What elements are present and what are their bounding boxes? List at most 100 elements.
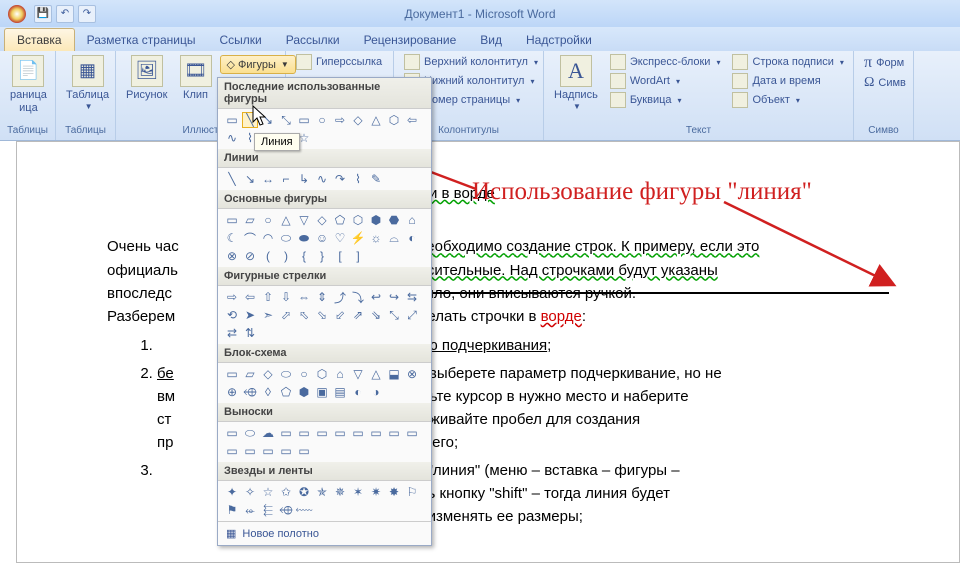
shape-a2[interactable]: ⇦ [242, 289, 258, 305]
shape-b4[interactable]: △ [278, 212, 294, 228]
shape-a24[interactable]: ⇅ [242, 325, 258, 341]
shape-s14[interactable]: ⬱ [260, 502, 276, 518]
shape-hexagon[interactable]: ⬡ [386, 112, 402, 128]
signature-button[interactable]: Строка подписи▾ [728, 53, 847, 71]
shape-curvearrow[interactable]: ↷ [332, 171, 348, 187]
shape-a18[interactable]: ⬃ [332, 307, 348, 323]
shape-a8[interactable]: ⤵ [350, 289, 366, 305]
shape-b13[interactable]: ⌒ [242, 230, 258, 246]
shape-s1[interactable]: ✦ [224, 484, 240, 500]
shape-a7[interactable]: ⤴ [332, 289, 348, 305]
shape-s6[interactable]: ✯ [314, 484, 330, 500]
shape-c5[interactable]: ▭ [296, 425, 312, 441]
shape-elbow[interactable]: ⌐ [278, 171, 294, 187]
shape-a21[interactable]: ⤡ [386, 307, 402, 323]
clip-button[interactable]: 🎞Клип [176, 53, 216, 104]
shape-f2[interactable]: ▱ [242, 366, 258, 382]
shape-f11[interactable]: ⊗ [404, 366, 420, 382]
shape-b9[interactable]: ⬢ [368, 212, 384, 228]
shape-b8[interactable]: ⬡ [350, 212, 366, 228]
shape-s12[interactable]: ⚑ [224, 502, 240, 518]
shape-s5[interactable]: ✪ [296, 484, 312, 500]
shape-b25[interactable]: ( [260, 248, 276, 264]
shape-b28[interactable]: } [314, 248, 330, 264]
shape-b14[interactable]: ◠ [260, 230, 276, 246]
shape-c14[interactable]: ▭ [260, 443, 276, 459]
shape-s13[interactable]: ⬰ [242, 502, 258, 518]
tab-mailings[interactable]: Рассылки [274, 29, 352, 51]
shape-b19[interactable]: ⚡ [350, 230, 366, 246]
shape-f7[interactable]: ⌂ [332, 366, 348, 382]
shape-c13[interactable]: ▭ [242, 443, 258, 459]
datetime-button[interactable]: Дата и время [728, 72, 847, 90]
shape-a19[interactable]: ⇗ [350, 307, 366, 323]
shape-line2[interactable]: ╲ [224, 171, 240, 187]
shape-s2[interactable]: ✧ [242, 484, 258, 500]
shape-f9[interactable]: △ [368, 366, 384, 382]
hyperlink-button[interactable]: Гиперссылка [292, 53, 386, 71]
shape-oval[interactable]: ○ [314, 112, 330, 128]
shape-b10[interactable]: ⬣ [386, 212, 402, 228]
shape-f16[interactable]: ⬢ [296, 384, 312, 400]
shape-s7[interactable]: ✵ [332, 484, 348, 500]
shape-b21[interactable]: ⌓ [386, 230, 402, 246]
shape-a14[interactable]: ➣ [260, 307, 276, 323]
tab-addins[interactable]: Надстройки [514, 29, 604, 51]
shape-a13[interactable]: ➤ [242, 307, 258, 323]
shape-b30[interactable]: ] [350, 248, 366, 264]
shape-f19[interactable]: ◐ [350, 384, 366, 400]
shape-f17[interactable]: ▣ [314, 384, 330, 400]
shape-scribble[interactable]: ⌇ [350, 171, 366, 187]
shape-textbox[interactable]: ▭ [224, 112, 240, 128]
quickparts-button[interactable]: Экспресс-блоки▾ [606, 53, 725, 71]
shape-c7[interactable]: ▭ [332, 425, 348, 441]
picture-button[interactable]: 🖼Рисунок [122, 53, 172, 104]
shape-b22[interactable]: ◐ [404, 230, 420, 246]
shape-freeform2[interactable]: ✎ [368, 171, 384, 187]
shape-b12[interactable]: ☾ [224, 230, 240, 246]
shape-f20[interactable]: ◑ [368, 384, 384, 400]
shape-c15[interactable]: ▭ [278, 443, 294, 459]
shape-b11[interactable]: ⌂ [404, 212, 420, 228]
shape-b24[interactable]: ⊘ [242, 248, 258, 264]
table-button[interactable]: ▦Таблица▼ [62, 53, 113, 114]
shape-a17[interactable]: ⬂ [314, 307, 330, 323]
shape-c3[interactable]: ☁ [260, 425, 276, 441]
shape-s3[interactable]: ☆ [260, 484, 276, 500]
shape-dblarrow[interactable]: ↔ [260, 171, 276, 187]
shape-a20[interactable]: ⇘ [368, 307, 384, 323]
undo-icon[interactable]: ↶ [56, 5, 74, 23]
wordart-button[interactable]: WordArt▾ [606, 72, 725, 90]
new-canvas-button[interactable]: ▦Новое полотно [218, 521, 431, 545]
shape-s4[interactable]: ✩ [278, 484, 294, 500]
save-icon[interactable]: 💾 [34, 5, 52, 23]
tab-layout[interactable]: Разметка страницы [75, 29, 208, 51]
shape-b6[interactable]: ◇ [314, 212, 330, 228]
shape-a9[interactable]: ↩ [368, 289, 384, 305]
shape-f8[interactable]: ▽ [350, 366, 366, 382]
shape-b18[interactable]: ♡ [332, 230, 348, 246]
shape-c2[interactable]: ⬭ [242, 425, 258, 441]
shape-rect[interactable]: ▭ [296, 112, 312, 128]
shape-f12[interactable]: ⊕ [224, 384, 240, 400]
shape-a10[interactable]: ↪ [386, 289, 402, 305]
shape-s8[interactable]: ✶ [350, 484, 366, 500]
shape-f6[interactable]: ⬡ [314, 366, 330, 382]
shape-b29[interactable]: [ [332, 248, 348, 264]
shape-curve2[interactable]: ∿ [314, 171, 330, 187]
shape-f10[interactable]: ⬓ [386, 366, 402, 382]
shape-b26[interactable]: ) [278, 248, 294, 264]
shape-c10[interactable]: ▭ [386, 425, 402, 441]
shape-a15[interactable]: ⬀ [278, 307, 294, 323]
shape-c8[interactable]: ▭ [350, 425, 366, 441]
shape-a3[interactable]: ⇧ [260, 289, 276, 305]
shape-c6[interactable]: ▭ [314, 425, 330, 441]
shape-f13[interactable]: ⬲ [242, 384, 258, 400]
shape-a16[interactable]: ⬁ [296, 307, 312, 323]
tab-references[interactable]: Ссылки [207, 29, 273, 51]
shape-a4[interactable]: ⇩ [278, 289, 294, 305]
tab-review[interactable]: Рецензирование [352, 29, 469, 51]
shape-a5[interactable]: ⇔ [296, 289, 312, 305]
office-button[interactable] [8, 5, 26, 23]
shape-diamond[interactable]: ◇ [350, 112, 366, 128]
